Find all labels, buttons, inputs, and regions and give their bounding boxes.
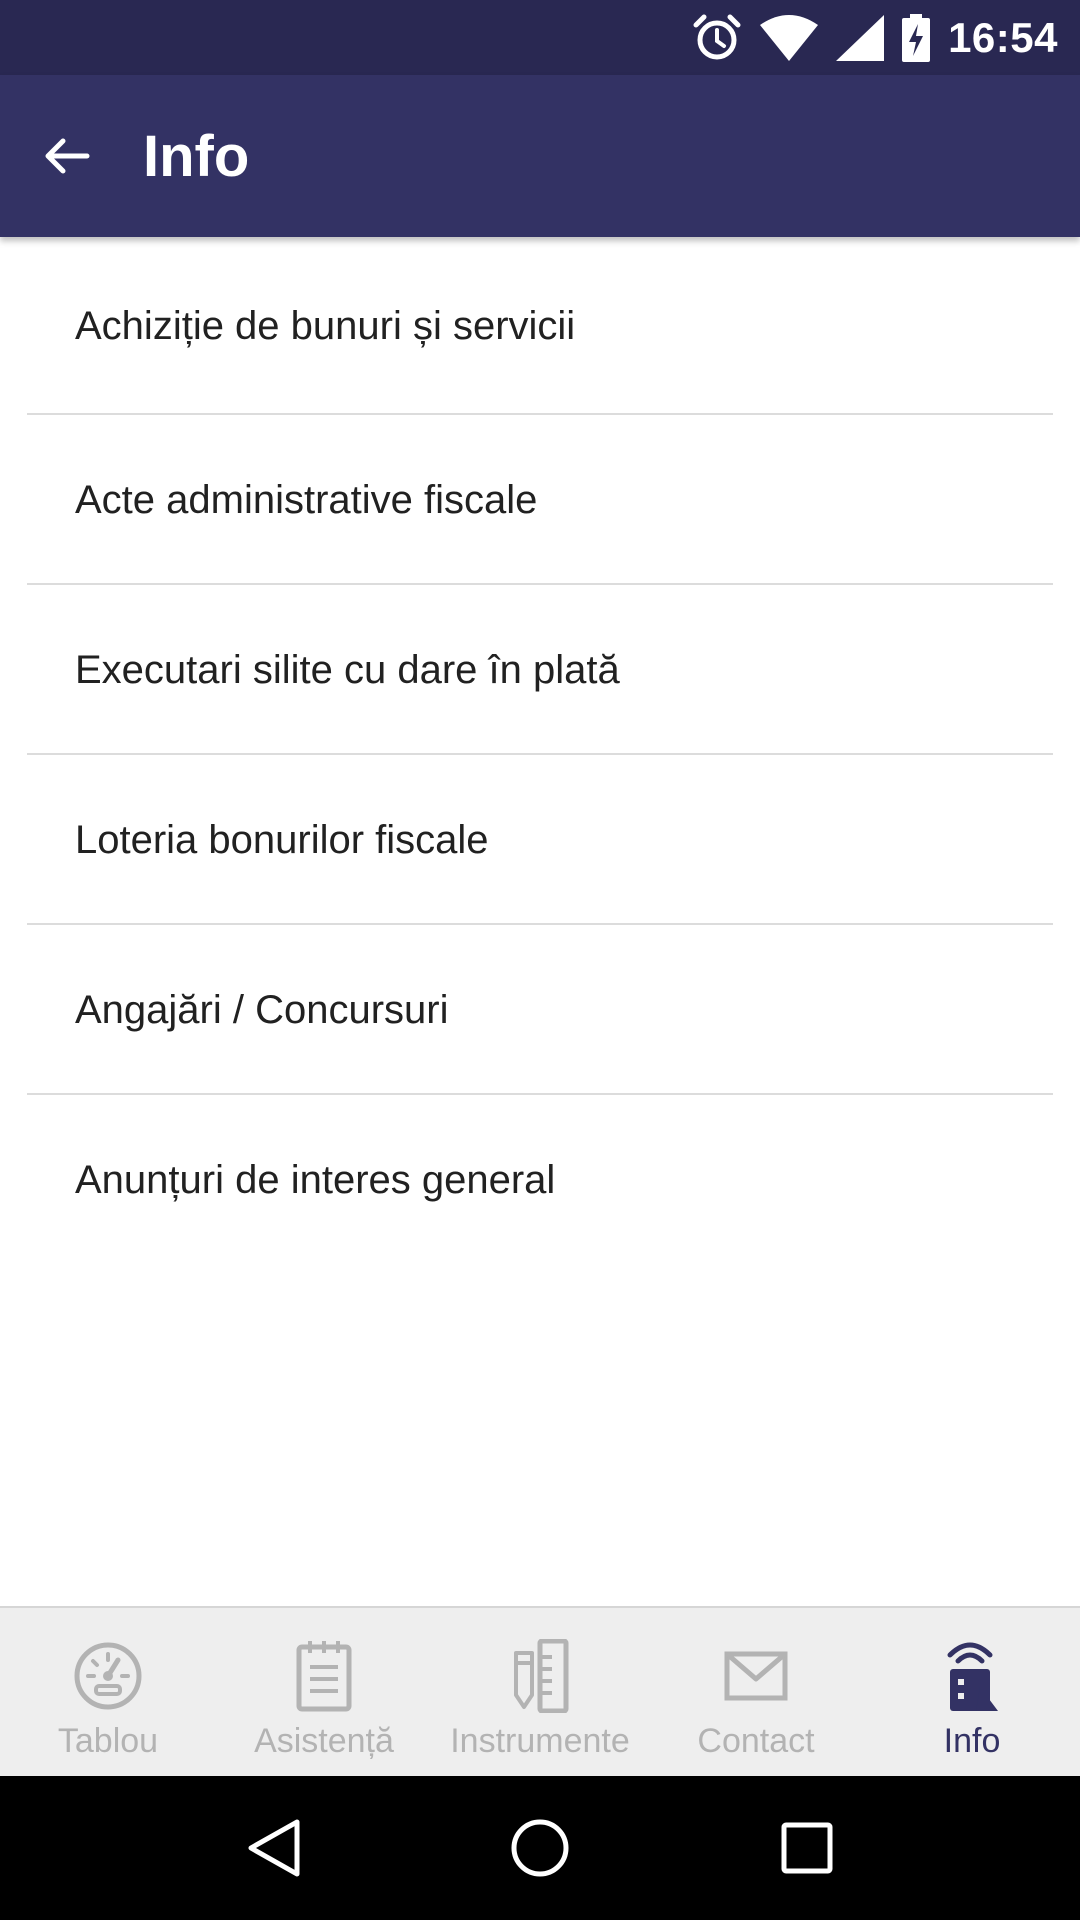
- dashboard-icon: [68, 1636, 148, 1716]
- nav-label: Instrumente: [450, 1722, 630, 1760]
- status-bar: 16:54: [0, 0, 1080, 75]
- mail-icon: [716, 1636, 796, 1716]
- info-building-icon: [932, 1636, 1012, 1716]
- battery-charging-icon: [902, 13, 931, 62]
- tools-icon: [500, 1636, 580, 1716]
- list-item-achizitie[interactable]: Achiziție de bunuri și servicii: [0, 237, 1080, 415]
- list-item-executari-silite[interactable]: Executari silite cu dare în plată: [0, 585, 1080, 755]
- nav-label: Tablou: [57, 1722, 159, 1760]
- list-item-angajari[interactable]: Angajări / Concursuri: [0, 925, 1080, 1095]
- nav-item-instrumente[interactable]: Instrumente: [432, 1608, 648, 1776]
- page-title: Info: [143, 123, 250, 189]
- nav-item-contact[interactable]: Contact: [648, 1608, 864, 1776]
- list-item-label: Angajări / Concursuri: [75, 987, 449, 1032]
- list-item-anunturi[interactable]: Anunțuri de interes general: [0, 1095, 1080, 1265]
- list-item-label: Achiziție de bunuri și servicii: [75, 303, 576, 348]
- list-item-label: Acte administrative fiscale: [75, 477, 538, 522]
- square-recents-icon: [781, 1822, 833, 1874]
- screen: 16:54 Info Achiziție de bunuri și servic…: [0, 0, 1080, 1920]
- arrow-back-icon: [45, 138, 90, 174]
- nav-label: Contact: [697, 1722, 815, 1760]
- system-home-button[interactable]: [500, 1808, 580, 1888]
- cell-signal-icon: [836, 14, 885, 61]
- list-item-acte-administrative[interactable]: Acte administrative fiscale: [0, 415, 1080, 585]
- wifi-icon: [760, 14, 819, 61]
- nav-item-info[interactable]: Info: [864, 1608, 1080, 1776]
- list-item-label: Executari silite cu dare în plată: [75, 647, 620, 692]
- circle-home-icon: [511, 1819, 569, 1877]
- status-time: 16:54: [948, 13, 1058, 61]
- nav-item-tablou[interactable]: Tablou: [0, 1608, 216, 1776]
- list-item-loteria[interactable]: Loteria bonurilor fiscale: [0, 755, 1080, 925]
- alarm-icon: [692, 13, 742, 63]
- system-nav-bar: [0, 1776, 1080, 1920]
- app-bar: Info: [0, 75, 1080, 237]
- info-list: Achiziție de bunuri și servicii Acte adm…: [0, 237, 1080, 1265]
- back-button[interactable]: [27, 116, 107, 196]
- nav-item-asistenta[interactable]: Asistență: [216, 1608, 432, 1776]
- notepad-icon: [284, 1636, 364, 1716]
- bottom-nav: Tablou Asistență Instrumente Contact Inf…: [0, 1606, 1080, 1776]
- nav-label: Asistență: [254, 1722, 394, 1760]
- system-recents-button[interactable]: [767, 1808, 847, 1888]
- list-item-label: Loteria bonurilor fiscale: [75, 817, 489, 862]
- nav-label: Info: [943, 1722, 1001, 1760]
- triangle-back-icon: [248, 1819, 300, 1877]
- system-back-button[interactable]: [233, 1808, 313, 1888]
- list-item-label: Anunțuri de interes general: [75, 1157, 556, 1202]
